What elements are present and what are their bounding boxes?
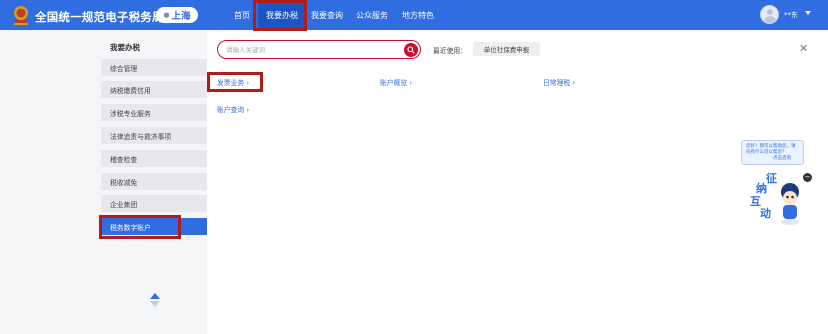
chevron-right-icon: › — [409, 79, 413, 87]
assistant-char-zheng: 征 — [766, 172, 777, 185]
assistant-char-dong: 动 — [760, 207, 771, 220]
location-pin-icon: ● — [163, 11, 170, 19]
category-account-overview[interactable]: 账户概览 › — [380, 77, 412, 87]
nav-local-feature[interactable]: 地方特色 — [396, 0, 440, 30]
sidebar-scroll-arrows[interactable] — [149, 293, 161, 307]
sidebar-item-credit[interactable]: 纳税缴费信用 — [101, 81, 207, 98]
assistant-bubble-text: 您好！我可以帮助您，请问有什么可以帮您？ — [746, 144, 796, 155]
sidebar-item-legal-remedy[interactable]: 法律追责与救济事项 — [101, 127, 207, 144]
arrow-up-icon[interactable] — [150, 293, 160, 299]
site-title[interactable]: 全国统一规范电子税务局 — [35, 9, 164, 25]
tax-emblem-icon — [14, 6, 28, 25]
recent-used-label: 最近使用： — [433, 47, 467, 55]
assistant-consult-link[interactable]: 点击咨询 — [746, 156, 791, 162]
nav-home[interactable]: 首页 — [226, 0, 258, 30]
search-icon — [407, 46, 415, 54]
nav-do-tax[interactable]: 我要办税 — [258, 0, 306, 30]
nav-public-service[interactable]: 公众服务 — [350, 0, 394, 30]
sidebar-item-inspection[interactable]: 稽查检查 — [101, 150, 207, 167]
chevron-down-icon[interactable] — [805, 11, 811, 15]
chevron-right-icon: › — [572, 79, 576, 87]
recent-item-social-insurance[interactable]: 单位社保费申报 — [473, 42, 540, 56]
search-input[interactable] — [226, 44, 396, 55]
sidebar-item-enterprise-group[interactable]: 企业集团 — [101, 195, 207, 212]
category-account-overview-label: 账户概览 — [380, 79, 408, 87]
username[interactable]: **东 — [784, 10, 798, 20]
chevron-right-icon: › — [246, 106, 250, 114]
category-daily-tax-label: 日常理税 — [543, 79, 571, 87]
nav-inquiry[interactable]: 我要查询 — [306, 0, 348, 30]
assistant-bubble[interactable]: 您好！我可以帮助您，请问有什么可以帮您？ 点击咨询 — [741, 140, 804, 165]
category-account-query-label: 账户查询 — [217, 106, 245, 114]
close-icon[interactable]: ✕ — [799, 43, 808, 54]
sidebar-item-professional-service[interactable]: 涉税专业服务 — [101, 104, 207, 121]
category-invoice[interactable]: 发票业务 › — [217, 77, 249, 87]
sidebar-item-comprehensive-management[interactable]: 综合管理 — [101, 59, 207, 76]
search-button[interactable] — [404, 43, 418, 57]
user-avatar[interactable] — [760, 5, 779, 24]
sidebar-item-tax-reduction[interactable]: 税收减免 — [101, 173, 207, 190]
region-label: 上海 — [171, 11, 191, 22]
category-daily-tax[interactable]: 日常理税 › — [543, 77, 575, 87]
sidebar-title: 我要办税 — [110, 43, 140, 52]
region-selector[interactable]: ● 上海 — [156, 7, 198, 23]
sidebar-item-digital-account[interactable]: 税务数字账户 — [101, 218, 207, 235]
search-box — [217, 40, 421, 59]
top-navigation-bar: 全国统一规范电子税务局 ● 上海 首页 我要办税 我要查询 公众服务 地方特色 … — [0, 0, 828, 30]
category-account-query[interactable]: 账户查询 › — [217, 104, 249, 114]
arrow-down-icon[interactable] — [150, 301, 160, 307]
category-invoice-label: 发票业务 — [217, 79, 245, 87]
chevron-right-icon: › — [246, 79, 250, 87]
